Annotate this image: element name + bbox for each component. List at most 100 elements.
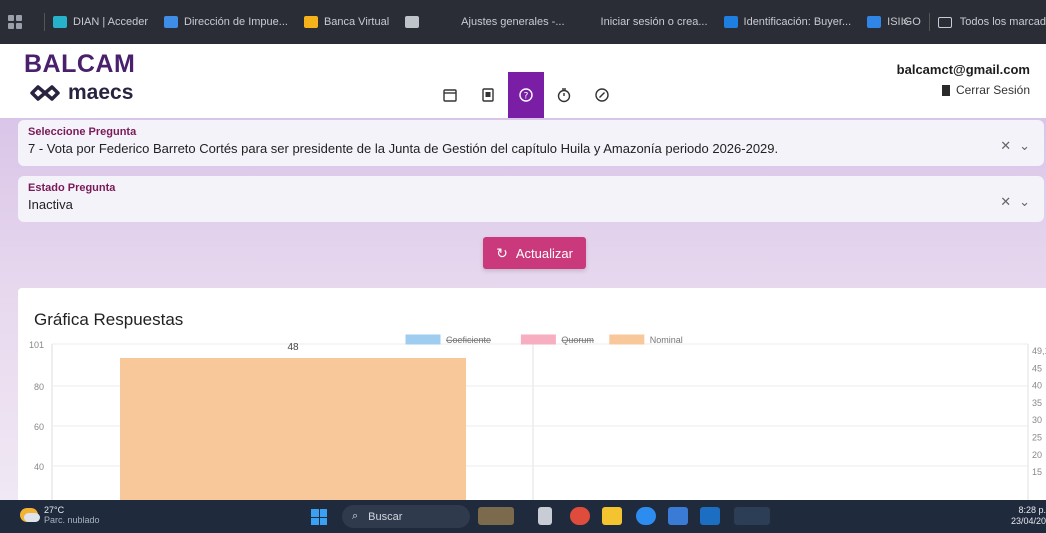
timer-icon — [557, 88, 571, 103]
bookmark-label: Identificación: Buyer... — [743, 16, 852, 28]
temperature: 27°C — [44, 505, 65, 515]
y-tick-label: 40 — [34, 462, 44, 472]
bookmark-label: Banca Virtual — [323, 16, 390, 28]
outlook-icon[interactable] — [700, 507, 720, 525]
bar-data-label: 48 — [287, 342, 299, 353]
edge-icon[interactable] — [734, 507, 770, 525]
y-right-tick-label: 20 — [1032, 450, 1042, 460]
clock-date: 23/04/20 — [1010, 516, 1046, 526]
brand-subtitle: maecs — [68, 81, 134, 104]
y-right-tick-label: 30 — [1032, 415, 1042, 425]
nav-help[interactable]: ? — [508, 72, 544, 118]
legend-swatch — [609, 334, 645, 345]
zoom-icon[interactable] — [636, 507, 656, 525]
main-nav: ? — [432, 72, 622, 118]
all-bookmarks-link[interactable]: Todos los marcad — [960, 16, 1046, 28]
check-circle-icon — [595, 88, 609, 102]
task-view-icon[interactable] — [538, 507, 552, 525]
y-right-tick-label: 25 — [1032, 433, 1042, 443]
brand-logo-text: BALCAM — [24, 50, 136, 78]
start-button-icon[interactable] — [311, 509, 327, 525]
update-button-label: Actualizar — [515, 245, 573, 261]
status-select-actions: ✕ ⌄ — [1000, 194, 1030, 210]
folder-icon — [937, 16, 952, 28]
bar-nominal — [120, 358, 466, 500]
chrome-icon[interactable] — [570, 507, 590, 525]
logout-button[interactable]: Cerrar Sesión — [941, 83, 1030, 97]
main-content: Seleccione Pregunta 7 - Vota por Federic… — [0, 118, 1046, 500]
bookmark-favicon-icon — [580, 16, 595, 28]
status-select-value: Inactiva — [28, 197, 73, 212]
nav-document[interactable] — [470, 72, 506, 118]
photos-icon[interactable] — [668, 507, 688, 525]
bookmark-list: DIAN | Acceder Dirección de Impue... Banca… — [53, 16, 937, 28]
weather-description: Parc. nublado — [44, 515, 100, 525]
widgets-icon[interactable] — [478, 507, 514, 525]
taskbar-search-placeholder: Buscar — [368, 510, 403, 523]
legend-label: Coeficiente — [446, 335, 491, 345]
apps-grid-icon[interactable] — [8, 15, 22, 29]
question-select[interactable]: Seleccione Pregunta 7 - Vota por Federic… — [18, 120, 1044, 166]
bookmark-favicon-icon — [441, 16, 456, 28]
document-icon — [482, 88, 494, 102]
bookmark-item[interactable]: Dirección de Impue... — [164, 16, 288, 28]
search-icon: ⌕ — [352, 510, 359, 522]
bookmarks-right: » Todos los marcad — [903, 0, 1046, 44]
bookmark-item[interactable]: DIAN | Acceder — [53, 16, 148, 28]
bookmark-favicon-icon — [867, 16, 882, 28]
bookmark-item[interactable]: Banca Virtual — [303, 16, 390, 28]
nav-timer[interactable] — [546, 72, 582, 118]
bookmark-favicon-icon — [405, 16, 420, 28]
y-right-tick-label: 40 — [1032, 381, 1042, 391]
bookmark-item[interactable]: Ajustes generales -... — [441, 16, 565, 28]
responses-chart: 101 80 60 40 49,1 45 40 35 30 25 20 15 Coeficiente Qu… — [29, 334, 1046, 500]
bookmark-label: Ajustes generales -... — [461, 16, 565, 28]
chevron-down-icon[interactable]: ⌄ — [1019, 194, 1030, 210]
y-tick-label: 101 — [29, 340, 44, 350]
legend-label: Quorum — [561, 335, 594, 345]
weather-widget[interactable]: 27°C Parc. nublado — [20, 505, 100, 525]
question-select-value: 7 - Vota por Federico Barreto Cortés par… — [28, 141, 779, 156]
question-select-actions: ✕ ⌄ — [1000, 138, 1030, 154]
bookmark-item[interactable]: Identificación: Buyer... — [723, 16, 852, 28]
bookmark-item[interactable] — [405, 16, 425, 28]
legend-label: Nominal — [650, 335, 683, 345]
nav-calendar[interactable] — [432, 72, 468, 118]
bookmark-favicon-icon — [303, 16, 318, 28]
nav-check[interactable] — [584, 72, 620, 118]
legend-swatch — [520, 334, 556, 345]
bookmark-favicon-icon — [53, 16, 67, 28]
status-select-label: Estado Pregunta — [28, 182, 116, 194]
taskbar: 27°C Parc. nublado ⌕ Buscar 8:28 p. 23/0… — [0, 500, 1046, 533]
system-clock[interactable]: 8:28 p. 23/04/20 — [1011, 505, 1046, 527]
user-email: balcamct@gmail.com — [896, 62, 1030, 77]
question-select-label: Seleccione Pregunta — [28, 126, 137, 138]
help-icon: ? — [519, 88, 533, 102]
status-select[interactable]: Estado Pregunta Inactiva ✕ ⌄ — [18, 176, 1044, 222]
brand-logo[interactable]: maecs — [28, 81, 133, 105]
bookmark-favicon-icon — [723, 16, 738, 28]
y-tick-label: 60 — [34, 422, 44, 432]
svg-text:?: ? — [524, 92, 529, 102]
divider — [928, 13, 930, 31]
clock-time: 8:28 p. — [1018, 505, 1046, 515]
bookmark-label: Dirección de Impue... — [184, 16, 288, 28]
calendar-icon — [443, 89, 457, 102]
y-right-tick-label: 15 — [1032, 467, 1042, 477]
bookmark-item[interactable]: Iniciar sesión o crea... — [580, 16, 708, 28]
bookmarks-overflow-button[interactable]: » — [903, 16, 909, 28]
taskbar-search[interactable]: ⌕ Buscar — [342, 505, 470, 528]
bookmark-label: Iniciar sesión o crea... — [600, 16, 708, 28]
logout-icon — [941, 84, 950, 96]
y-right-tick-label: 49,1 — [1032, 346, 1046, 356]
infinity-logo-icon — [30, 85, 60, 101]
clear-icon[interactable]: ✕ — [1000, 138, 1011, 154]
chevron-down-icon[interactable]: ⌄ — [1019, 138, 1030, 154]
app-header: BALCAM maecs ? balcamct@gmail.com Cerrar… — [0, 44, 1046, 118]
file-explorer-icon[interactable] — [602, 507, 622, 525]
clear-icon[interactable]: ✕ — [1000, 194, 1011, 210]
legend-swatch — [405, 334, 441, 345]
chart-card: Gráfica Respuestas 10180604049,145403530… — [18, 288, 1046, 500]
bookmark-label: DIAN | Acceder — [73, 16, 148, 28]
update-button[interactable]: ↻ Actualizar — [483, 237, 586, 269]
